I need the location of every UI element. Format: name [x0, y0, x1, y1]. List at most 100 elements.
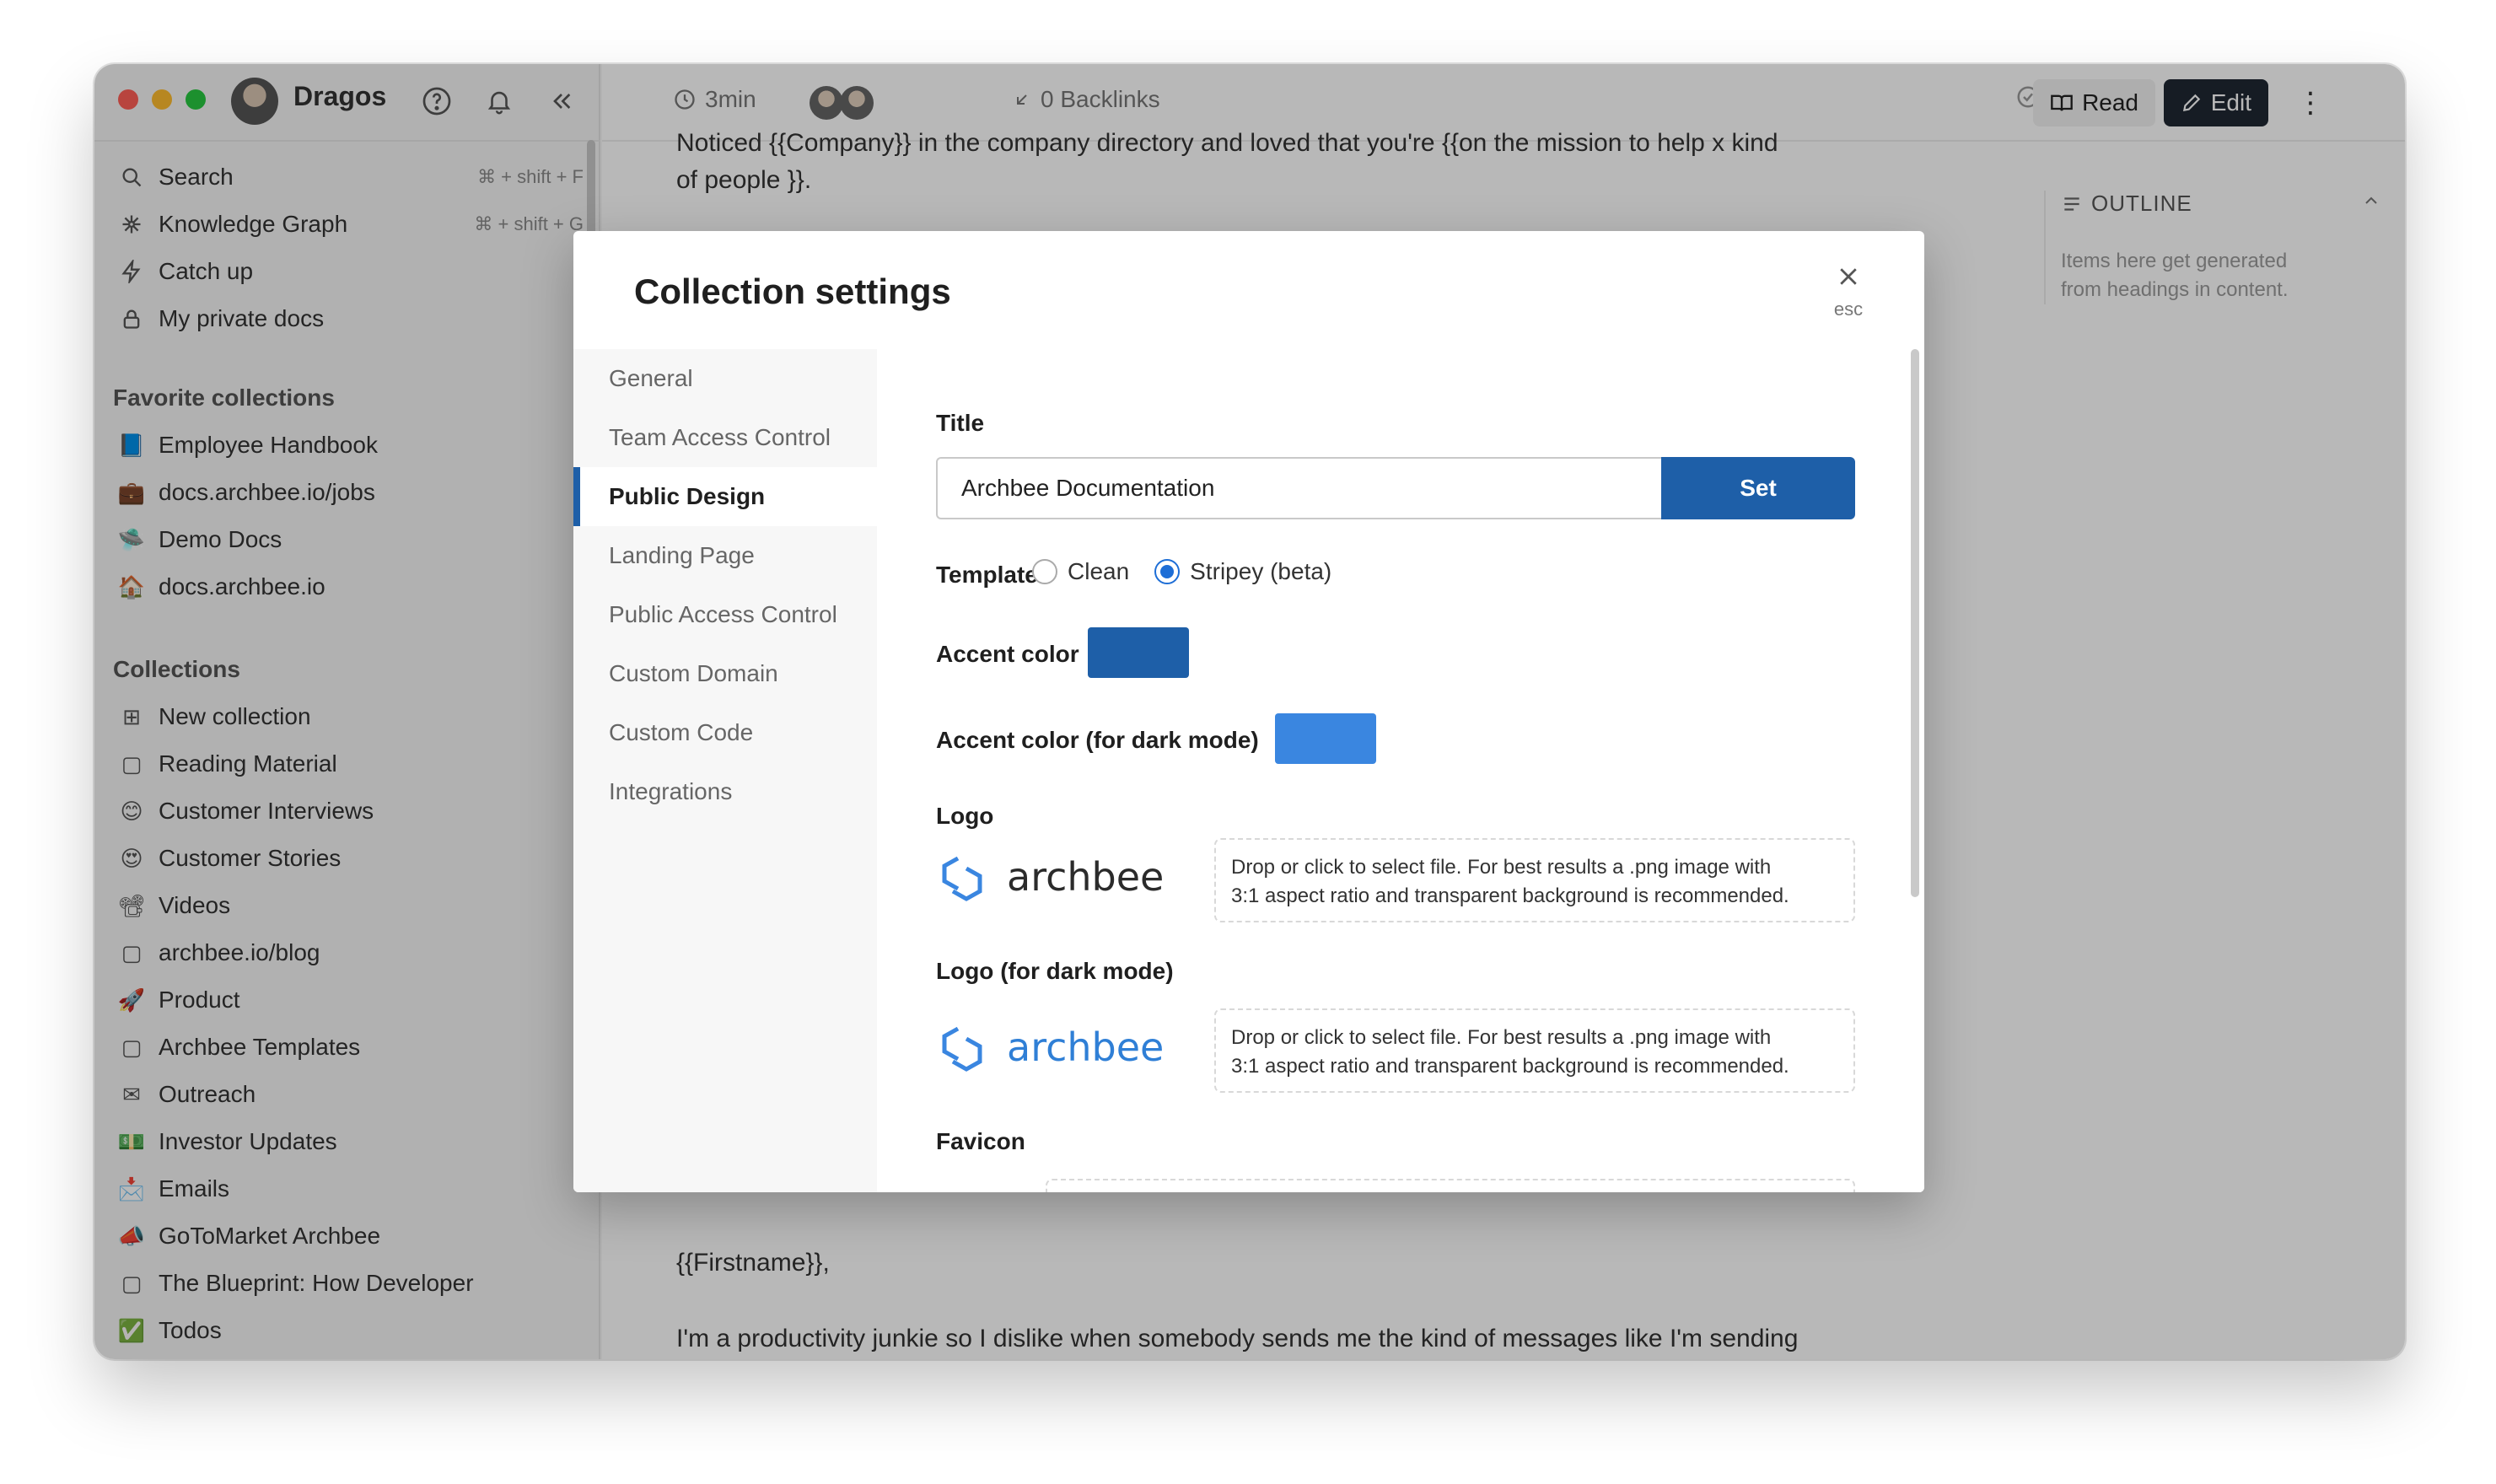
- template-option-stripey[interactable]: Stripey (beta): [1154, 558, 1331, 585]
- sidebar-item-outreach[interactable]: ✉ Outreach: [111, 1071, 584, 1118]
- search-icon: [116, 165, 147, 189]
- sidebar-item-label: Customer Interviews: [159, 798, 374, 824]
- accent-color-swatch[interactable]: [1088, 627, 1189, 678]
- close-icon[interactable]: [1823, 261, 1874, 295]
- sidebar-item-todos[interactable]: ✅ Todos: [111, 1307, 584, 1354]
- template-option-clean[interactable]: Clean: [1032, 558, 1129, 585]
- outline-hint-line: from headings in content.: [2061, 278, 2289, 301]
- sidebar-item-product[interactable]: 🚀 Product: [111, 976, 584, 1024]
- close-button[interactable]: esc: [1823, 261, 1874, 320]
- logo-label: Logo: [936, 803, 994, 829]
- title-label: Title: [936, 410, 985, 436]
- more-options-icon[interactable]: ⋮: [2294, 79, 2327, 126]
- close-window-button[interactable]: [118, 89, 138, 110]
- sidebar-item-search[interactable]: Search ⌘ + shift + F: [111, 153, 584, 201]
- inbox-icon: 📩: [117, 1175, 146, 1202]
- sidebar-top-nav: Search ⌘ + shift + F Knowledge Graph ⌘ +…: [111, 153, 584, 342]
- radio-button[interactable]: [1154, 559, 1181, 584]
- sidebar-item-employee-handbook[interactable]: 📘 Employee Handbook: [111, 422, 584, 469]
- tab-public-access-control[interactable]: Public Access Control: [573, 585, 877, 644]
- sidebar-item-private-docs[interactable]: My private docs: [111, 295, 584, 342]
- favicon-drop-zone[interactable]: [1046, 1179, 1855, 1192]
- sidebar-item-label: archbee.io/blog: [159, 939, 320, 965]
- sidebar-item-blog[interactable]: ▢ archbee.io/blog: [111, 929, 584, 976]
- tab-custom-domain[interactable]: Custom Domain: [573, 644, 877, 703]
- backlinks-button[interactable]: 0 Backlinks: [1012, 86, 1160, 113]
- read-mode-button[interactable]: Read: [2033, 79, 2155, 126]
- sidebar-item-label: Catch up: [159, 258, 254, 284]
- edit-mode-button[interactable]: Edit: [2163, 79, 2268, 126]
- sidebar-item-customer-stories[interactable]: 😍 Customer Stories: [111, 835, 584, 882]
- logo-drop-zone[interactable]: Drop or click to select file. For best r…: [1214, 838, 1855, 922]
- accent-color-label: Accent color: [936, 641, 1079, 667]
- sidebar-item-label: Product: [159, 987, 240, 1013]
- sidebar-item-videos[interactable]: 📽 Videos: [111, 882, 584, 929]
- new-collection-button[interactable]: ⊞ New collection: [111, 693, 584, 740]
- help-icon[interactable]: [418, 83, 455, 120]
- sidebar-item-demo-docs[interactable]: 🛸 Demo Docs: [111, 516, 584, 563]
- bell-icon[interactable]: [481, 83, 518, 120]
- tab-team-access-control[interactable]: Team Access Control: [573, 408, 877, 467]
- user-name[interactable]: Dragos: [293, 81, 386, 112]
- document-paragraph[interactable]: of people }}.: [676, 162, 1874, 199]
- sidebar-item-label: Investor Updates: [159, 1128, 337, 1154]
- tab-general[interactable]: General: [573, 349, 877, 408]
- radio-label: Stripey (beta): [1190, 558, 1332, 584]
- template-label: Template: [936, 562, 1038, 588]
- collections-list: ⊞ New collection ▢ Reading Material 😊 Custo…: [111, 693, 584, 1354]
- outline-title: OUTLINE: [2061, 191, 2381, 217]
- rocket-icon: 🚀: [117, 987, 146, 1013]
- avatar[interactable]: [231, 78, 278, 125]
- sidebar-item-label: My private docs: [159, 305, 325, 331]
- tab-custom-code[interactable]: Custom Code: [573, 703, 877, 762]
- heart-eyes-icon: 😍: [120, 845, 143, 871]
- read-time-label: 3min: [705, 86, 756, 112]
- money-icon: 💵: [117, 1128, 146, 1154]
- sidebar-item-investor-updates[interactable]: 💵 Investor Updates: [111, 1118, 584, 1165]
- collaborators[interactable]: [810, 86, 874, 120]
- avatar[interactable]: [840, 86, 874, 120]
- chevron-up-icon[interactable]: [2361, 191, 2381, 217]
- tab-public-design[interactable]: Public Design: [573, 467, 877, 526]
- document-paragraph[interactable]: I'm a productivity junkie so I dislike w…: [676, 1320, 1874, 1358]
- collapse-sidebar-icon[interactable]: [543, 83, 580, 120]
- shortcut-hint: ⌘ + shift + G: [474, 213, 584, 234]
- sidebar-item-templates[interactable]: ▢ Archbee Templates: [111, 1024, 584, 1071]
- maximize-window-button[interactable]: [186, 89, 206, 110]
- envelope-icon: ✉: [122, 1081, 141, 1107]
- tab-landing-page[interactable]: Landing Page: [573, 526, 877, 585]
- title-input[interactable]: [936, 457, 1661, 519]
- modal-scrollbar[interactable]: [1911, 349, 1919, 897]
- minimize-window-button[interactable]: [152, 89, 172, 110]
- sidebar-item-label: Videos: [159, 892, 231, 918]
- sidebar-item-label: Knowledge Graph: [159, 211, 348, 237]
- radio-button[interactable]: [1032, 559, 1057, 584]
- logo-dark-label: Logo (for dark mode): [936, 958, 1174, 984]
- drop-hint-line: 3:1 aspect ratio and transparent backgro…: [1231, 1055, 1789, 1078]
- document-paragraph[interactable]: Noticed {{Company}} in the company direc…: [676, 125, 1874, 162]
- sidebar-item-catch-up[interactable]: Catch up: [111, 248, 584, 295]
- tab-integrations[interactable]: Integrations: [573, 762, 877, 821]
- sidebar-item-reading-material[interactable]: ▢ Reading Material: [111, 740, 584, 788]
- document-paragraph[interactable]: {{Firstname}},: [676, 1245, 1874, 1282]
- sidebar-item-emails[interactable]: 📩 Emails: [111, 1165, 584, 1212]
- sidebar-item-label: GoToMarket Archbee: [159, 1223, 381, 1249]
- set-title-button[interactable]: Set: [1661, 457, 1855, 519]
- sidebar-item-blueprint[interactable]: ▢ The Blueprint: How Developer: [111, 1260, 584, 1307]
- logo-dark-drop-zone[interactable]: Drop or click to select file. For best r…: [1214, 1008, 1855, 1093]
- settings-nav: General Team Access Control Public Desig…: [573, 349, 877, 1192]
- sidebar-item-docs-archbee[interactable]: 🏠 docs.archbee.io: [111, 563, 584, 610]
- drop-hint-line: 3:1 aspect ratio and transparent backgro…: [1231, 884, 1789, 907]
- clock-icon: [675, 89, 695, 110]
- sidebar-item-jobs[interactable]: 💼 docs.archbee.io/jobs: [111, 469, 584, 516]
- sidebar-item-label: Customer Stories: [159, 845, 342, 871]
- sidebar-item-label: Archbee Templates: [159, 1034, 361, 1060]
- outline-panel: OUTLINE Items here get generated from he…: [2044, 191, 2381, 304]
- book-icon: 📘: [117, 432, 146, 458]
- sidebar-item-gotomarket[interactable]: 📣 GoToMarket Archbee: [111, 1212, 584, 1260]
- accent-color-dark-swatch[interactable]: [1275, 713, 1376, 764]
- avatar[interactable]: [810, 86, 843, 120]
- sidebar-item-knowledge-graph[interactable]: Knowledge Graph ⌘ + shift + G: [111, 201, 584, 248]
- sidebar-item-customer-interviews[interactable]: 😊 Customer Interviews: [111, 788, 584, 835]
- sidebar-item-label: Demo Docs: [159, 526, 282, 552]
